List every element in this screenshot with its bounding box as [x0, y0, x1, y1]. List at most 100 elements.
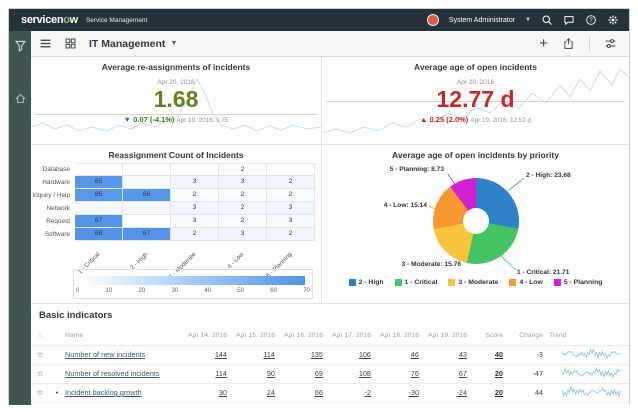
user-avatar[interactable]: [426, 14, 439, 26]
dashboard-picker-caret-icon[interactable]: ▼: [170, 40, 177, 47]
menu-icon[interactable]: [39, 37, 52, 50]
indicator-value[interactable]: 66: [315, 388, 323, 397]
indicator-value[interactable]: 106: [359, 350, 371, 359]
heatmap-cell[interactable]: 2: [267, 189, 315, 202]
search-icon[interactable]: [541, 14, 553, 26]
indicator-value[interactable]: 76: [411, 369, 419, 378]
favorite-star-icon[interactable]: ☆: [31, 345, 55, 365]
heatmap-cell[interactable]: 2: [171, 189, 219, 202]
user-menu-caret-icon[interactable]: ▼: [525, 17, 531, 23]
gear-icon[interactable]: [607, 14, 619, 26]
heatmap-cell[interactable]: 3: [171, 215, 219, 228]
heatmap-cell[interactable]: [267, 163, 315, 176]
breakdown-dot: •: [55, 383, 65, 403]
indicator-value[interactable]: 144: [215, 350, 227, 359]
chat-icon[interactable]: [563, 14, 575, 26]
grid-layout-icon[interactable]: [64, 37, 77, 50]
heatmap-cell[interactable]: 3: [171, 202, 219, 215]
indicator-value[interactable]: 135: [311, 350, 323, 359]
home-icon[interactable]: [14, 92, 27, 105]
heatmap-cell[interactable]: 3: [267, 202, 315, 215]
help-icon[interactable]: ?: [585, 14, 597, 26]
scale-tick: 10: [105, 288, 113, 294]
indicator-value[interactable]: 108: [359, 369, 371, 378]
scorecard1-title: Average re-assignments of incidents: [101, 62, 251, 72]
heatmap-cell[interactable]: [123, 202, 171, 215]
heatmap-cell[interactable]: 2: [267, 228, 315, 241]
legend-item[interactable]: 5 - Planning: [553, 279, 602, 286]
legend-item[interactable]: 3 - Moderate: [448, 279, 498, 286]
heatmap-cell[interactable]: [123, 215, 171, 228]
heatmap-row-label: Hardware: [42, 179, 70, 186]
indicator-value[interactable]: 90: [267, 369, 275, 378]
callout-critical: 1 - Critical: 21.71: [517, 269, 570, 276]
indicator-score[interactable]: 20: [495, 369, 503, 378]
indicator-value[interactable]: 30: [219, 388, 227, 397]
settings-sliders-icon[interactable]: [604, 37, 617, 50]
table-row: ☆ • Incident backlog growth 30 24 66 -2 -30 -24 2…: [31, 383, 629, 403]
indicator-link[interactable]: Incident backlog growth: [65, 388, 142, 397]
indicator-value[interactable]: 114: [263, 350, 275, 359]
heatmap-cell[interactable]: 2: [219, 163, 267, 176]
heatmap-cell[interactable]: [123, 163, 171, 176]
indicator-score[interactable]: 40: [495, 350, 503, 359]
user-menu[interactable]: System Administrator: [449, 17, 515, 24]
legend-item[interactable]: 4 - Low: [509, 279, 543, 286]
heatmap-cell[interactable]: 2: [171, 228, 219, 241]
indicator-score[interactable]: 20: [495, 388, 503, 397]
column-header: Apr 16, 2016: [281, 326, 329, 346]
column-header: Score: [473, 326, 509, 346]
trend-sparkline: [561, 348, 621, 360]
heatmap-cell[interactable]: 2: [267, 176, 315, 189]
heatmap-cell[interactable]: 67: [123, 228, 171, 241]
legend-item[interactable]: 2 - High: [348, 279, 384, 286]
heatmap-cell[interactable]: [171, 163, 219, 176]
indicator-value[interactable]: 24: [267, 388, 275, 397]
scorecard-open-incident-age[interactable]: Average age of open incidents Apr 20, 20…: [322, 57, 629, 144]
column-header: Change: [509, 326, 549, 346]
heatmap-cell[interactable]: 65: [75, 176, 123, 189]
heatmap-cell[interactable]: [75, 163, 123, 176]
heatmap-panel: Reassignment Count of Incidents Database…: [31, 145, 321, 303]
indicator-value[interactable]: 114: [215, 369, 227, 378]
legend-swatch: [448, 279, 456, 286]
donut-chart[interactable]: [433, 178, 519, 264]
callout-moderate: 3 - Moderate: 15.76: [401, 261, 461, 268]
heatmap-cell[interactable]: 67: [75, 215, 123, 228]
heatmap-cell[interactable]: 68: [75, 228, 123, 241]
indicator-value[interactable]: 67: [459, 369, 467, 378]
heatmap-cell[interactable]: 2: [219, 215, 267, 228]
heatmap-cell[interactable]: 3: [267, 215, 315, 228]
heatmap-cell[interactable]: 2: [219, 202, 267, 215]
heatmap-cell[interactable]: 3: [171, 176, 219, 189]
dashboard-picker[interactable]: IT Management: [89, 38, 165, 50]
heatmap-cell[interactable]: 65: [75, 189, 123, 202]
indicator-link[interactable]: Number of new incidents: [65, 350, 145, 359]
heatmap-cell[interactable]: 2: [219, 189, 267, 202]
indicator-value[interactable]: 69: [315, 369, 323, 378]
indicator-link[interactable]: Number of resolved incidents: [65, 369, 160, 378]
heatmap-cell[interactable]: 3: [219, 228, 267, 241]
indicator-value[interactable]: -24: [456, 388, 467, 397]
add-widget-button[interactable]: +: [539, 36, 548, 51]
heatmap-cell[interactable]: [75, 202, 123, 215]
color-scale-gradient: [81, 276, 305, 285]
heatmap-cell[interactable]: 3: [219, 176, 267, 189]
indicator-value[interactable]: 43: [459, 350, 467, 359]
indicator-value[interactable]: -30: [408, 388, 419, 397]
legend-label: 1 - Critical: [404, 279, 438, 286]
scorecard-reassignments[interactable]: Average re-assignments of incidents Apr …: [31, 57, 321, 144]
scorecard2-previous: Apr 19, 2016: 12.52 d: [470, 117, 531, 124]
favorite-star-icon[interactable]: ☆: [31, 364, 55, 384]
indicator-value[interactable]: -2: [365, 388, 372, 397]
share-icon[interactable]: [562, 37, 575, 50]
heatmap-cell[interactable]: [123, 176, 171, 189]
legend-item[interactable]: 1 - Critical: [394, 279, 438, 286]
heatmap-row-label: Network: [46, 205, 70, 212]
filter-icon[interactable]: [14, 39, 27, 52]
favorite-star-icon[interactable]: ☆: [31, 383, 55, 403]
scorecard1-value: 1.68: [153, 86, 199, 112]
heatmap-cell[interactable]: 66: [123, 189, 171, 202]
indicator-value[interactable]: 46: [411, 350, 419, 359]
column-header: Apr 18, 2016: [377, 326, 425, 346]
